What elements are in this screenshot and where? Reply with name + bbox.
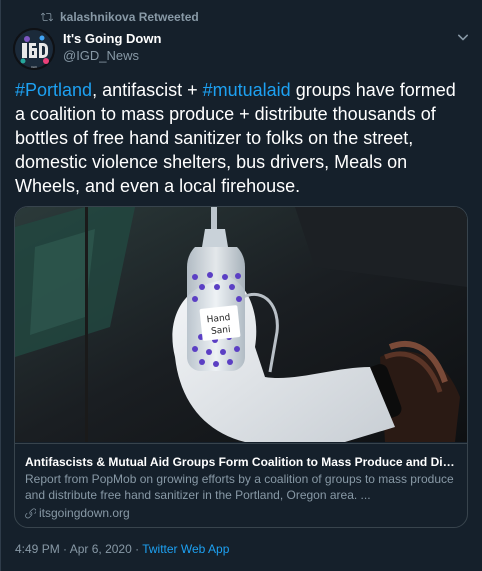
tweet-source[interactable]: Twitter Web App — [142, 542, 229, 556]
display-name[interactable]: It's Going Down — [63, 31, 161, 47]
avatar[interactable]: IGD — [13, 28, 55, 70]
author[interactable]: It's Going Down @IGD_News — [63, 31, 161, 64]
hashtag-portland[interactable]: #Portland — [15, 80, 92, 100]
chevron-down-icon[interactable] — [456, 30, 470, 44]
retweet-icon — [41, 11, 53, 23]
card-domain[interactable]: itsgoingdown.org — [25, 505, 457, 521]
bottle-label-line2: Sani — [211, 325, 231, 337]
card-domain-text: itsgoingdown.org — [39, 506, 130, 520]
card-image[interactable]: Hand Sani — [15, 207, 467, 442]
tweet-text: #Portland, antifascist + #mutualaid grou… — [15, 78, 467, 198]
meta-separator: · — [59, 542, 70, 556]
hashtag-mutualaid[interactable]: #mutualaid — [203, 80, 291, 100]
card-description: Report from PopMob on growing efforts by… — [25, 472, 454, 502]
card-title[interactable]: Antifascists & Mutual Aid Groups Form Co… — [25, 454, 457, 470]
tweet-meta: 4:49 PM · Apr 6, 2020 · Twitter Web App — [15, 541, 229, 557]
tweet: kalashnikova Retweeted IGD It's Going Do… — [0, 0, 482, 571]
retweet-text: kalashnikova Retweeted — [60, 10, 199, 24]
card-body[interactable]: Antifascists & Mutual Aid Groups Form Co… — [15, 443, 467, 527]
handle[interactable]: @IGD_News — [63, 48, 161, 64]
link-icon — [25, 507, 36, 519]
meta-separator: · — [131, 542, 143, 556]
retweet-indicator[interactable]: kalashnikova Retweeted — [41, 10, 199, 24]
tweet-time[interactable]: 4:49 PM — [15, 542, 60, 556]
avatar-text: IGD — [31, 65, 37, 69]
tweet-date[interactable]: Apr 6, 2020 — [70, 542, 132, 556]
link-card[interactable]: Hand Sani Antifascists & Mutual Aid Grou… — [14, 206, 468, 528]
tweet-text-segment: , antifascist + — [92, 80, 203, 100]
